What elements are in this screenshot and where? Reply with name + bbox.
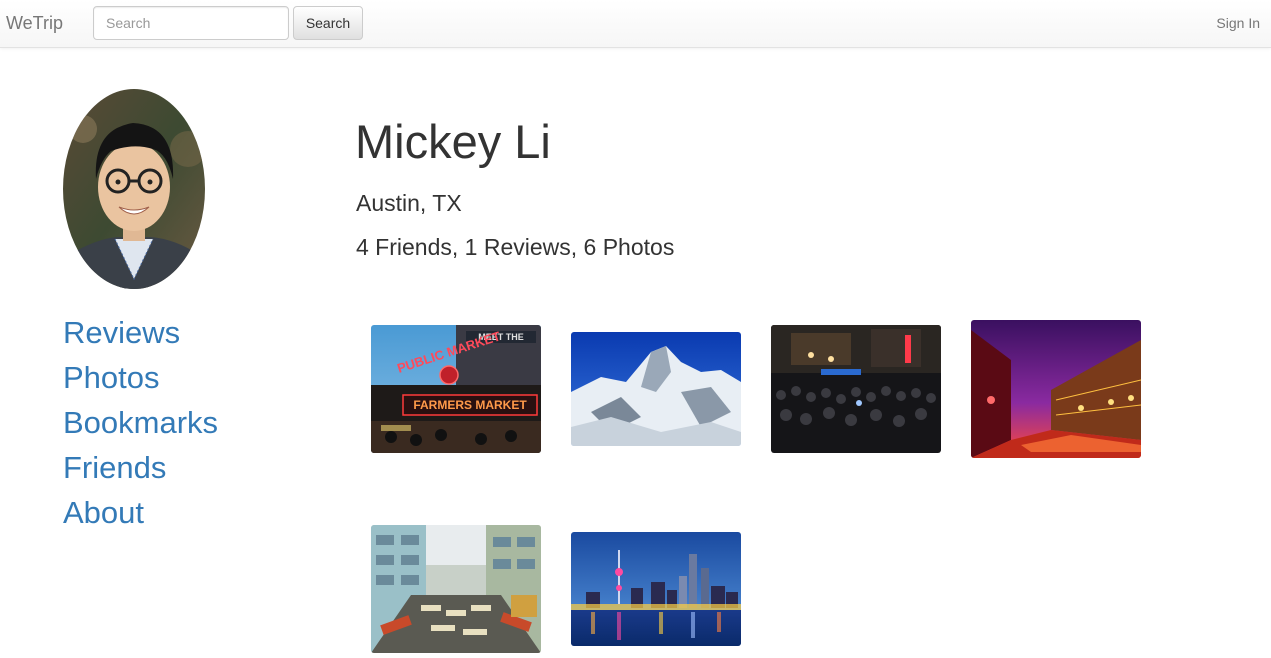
profile-stats: 4 Friends, 1 Reviews, 6 Photos xyxy=(356,234,675,260)
sign-in-link[interactable]: Sign In xyxy=(1216,15,1260,31)
search-button[interactable]: Search xyxy=(293,6,363,40)
avatar-image xyxy=(63,89,205,289)
nav-link-photos[interactable]: Photos xyxy=(63,355,218,400)
photo-public-market[interactable]: MEET THE PUBLIC MARKET FARMERS MARKET xyxy=(371,325,541,453)
profile-location: Austin, TX xyxy=(356,190,462,216)
nav-link-about[interactable]: About xyxy=(63,490,218,535)
brand-logo[interactable]: WeTrip xyxy=(6,13,63,34)
sign-bottom-text: FARMERS MARKET xyxy=(413,398,527,412)
photo-bourbon-street[interactable] xyxy=(971,320,1141,458)
nav-link-friends[interactable]: Friends xyxy=(63,445,218,490)
avatar xyxy=(63,89,205,289)
profile-name: Mickey Li xyxy=(355,115,551,168)
navbar: WeTrip Search Sign In xyxy=(0,0,1271,48)
profile-side-nav: Reviews Photos Bookmarks Friends About xyxy=(63,310,218,535)
photo-snowy-mountain[interactable] xyxy=(571,332,741,446)
nav-link-reviews[interactable]: Reviews xyxy=(63,310,218,355)
photo-night-crowd[interactable] xyxy=(771,325,941,453)
search-input[interactable] xyxy=(93,6,289,40)
nav-link-bookmarks[interactable]: Bookmarks xyxy=(63,400,218,445)
photo-street-market[interactable] xyxy=(371,525,541,653)
photo-city-skyline[interactable] xyxy=(571,532,741,646)
